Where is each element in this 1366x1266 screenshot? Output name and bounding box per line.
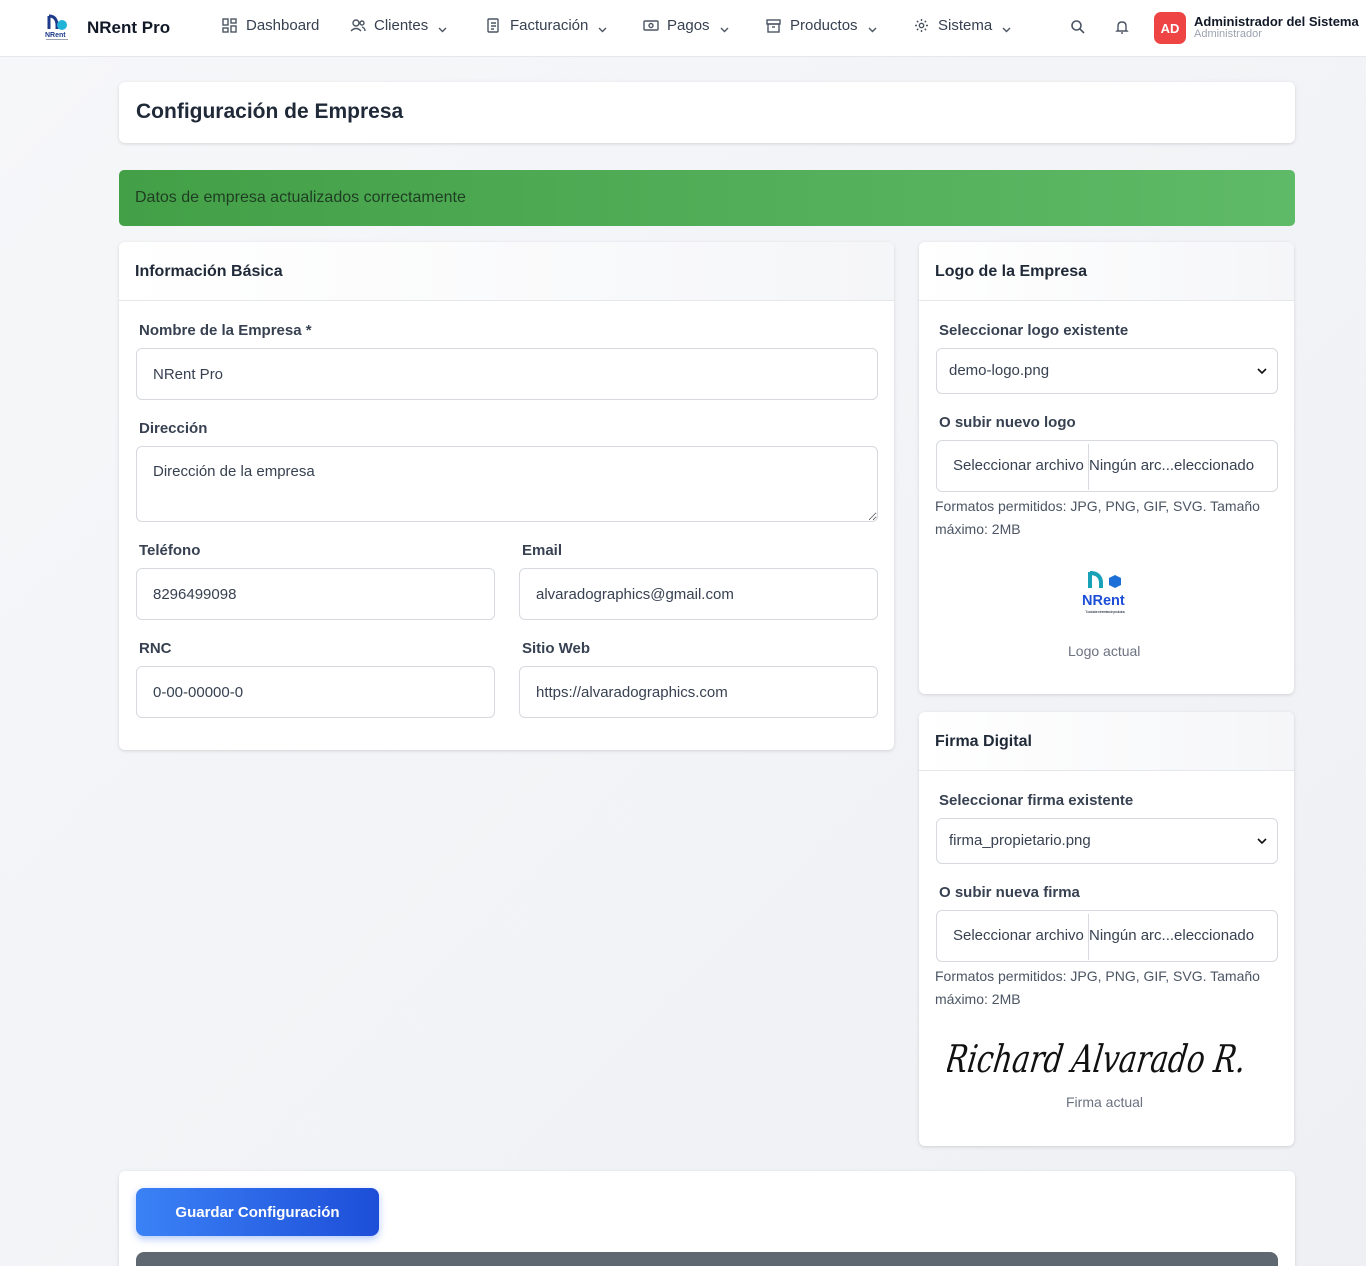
nav-clientes[interactable]: Clientes — [350, 17, 447, 34]
users-icon — [350, 18, 366, 33]
save-config-button[interactable]: Guardar Configuración — [136, 1188, 379, 1236]
card-header: Información Básica — [119, 242, 894, 301]
logo-card: Logo de la Empresa Seleccionar logo exis… — [919, 242, 1294, 694]
signature-caption: Firma actual — [1066, 1094, 1144, 1110]
chevron-down-icon — [438, 21, 447, 33]
user-role: Administrador — [1194, 28, 1262, 40]
address-label: Dirección — [139, 420, 208, 437]
page-title: Configuración de Empresa — [136, 100, 404, 123]
card-title: Información Básica — [135, 263, 283, 280]
search-icon[interactable] — [1070, 19, 1086, 35]
nav-facturacion[interactable]: Facturación — [486, 17, 607, 34]
box-icon — [766, 18, 781, 33]
website-label: Sitio Web — [522, 640, 591, 657]
nav-sistema-label: Sistema — [938, 17, 993, 34]
card-title: Firma Digital — [935, 733, 1032, 750]
payments-icon — [643, 18, 659, 33]
file-select-button[interactable]: Seleccionar archivo — [953, 457, 1084, 474]
email-label: Email — [522, 542, 563, 559]
company-name-input[interactable] — [136, 348, 878, 400]
card-header: Firma Digital — [919, 712, 1294, 771]
signature-select-label: Seleccionar firma existente — [939, 792, 1134, 809]
brand-logo-icon: NRent — [44, 12, 70, 42]
signature-selected-value: firma_propietario.png — [949, 832, 1091, 849]
signature-preview-text: Richard Alvarado R. — [947, 1038, 1249, 1082]
dashboard-icon — [222, 18, 237, 33]
brand[interactable]: NRent NRent Pro — [44, 12, 170, 42]
nav-clientes-label: Clientes — [374, 17, 429, 34]
chevron-down-icon — [1002, 21, 1011, 33]
nav-pagos[interactable]: Pagos — [643, 17, 729, 34]
page-header-card: Configuración de Empresa — [119, 82, 1295, 143]
logo-help-text: Formatos permitidos: JPG, PNG, GIF, SVG.… — [935, 498, 1260, 537]
signature-select[interactable]: firma_propietario.png — [936, 818, 1278, 864]
avatar[interactable]: AD — [1154, 12, 1186, 44]
card-title: Logo de la Empresa — [935, 263, 1088, 280]
nav-dashboard-label: Dashboard — [246, 17, 320, 34]
gear-icon — [914, 18, 929, 33]
card-header: Logo de la Empresa — [919, 242, 1294, 301]
logo-preview: NRent Tu solución de rentas de productos — [1081, 570, 1131, 622]
website-input[interactable] — [519, 666, 878, 718]
file-select-button[interactable]: Seleccionar archivo — [953, 927, 1084, 944]
logo-preview-text: NRent — [1082, 593, 1125, 609]
file-name: Ningún arc...eleccionado — [1089, 927, 1255, 944]
signature-card: Firma Digital Seleccionar firma existent… — [919, 712, 1294, 1146]
logo-upload-label: O subir nuevo logo — [939, 414, 1076, 431]
invoice-icon — [486, 18, 501, 33]
nav-dashboard[interactable]: Dashboard — [222, 17, 319, 34]
signature-help-text: Formatos permitidos: JPG, PNG, GIF, SVG.… — [935, 968, 1260, 1007]
brand-name: NRent Pro — [87, 18, 171, 37]
rnc-label: RNC — [139, 640, 172, 657]
basic-info-card: Información Básica Nombre de la Empresa … — [119, 242, 894, 750]
phone-input[interactable] — [136, 568, 495, 620]
user-name[interactable]: Administrador del Sistema — [1194, 14, 1359, 29]
success-alert: Datos de empresa actualizados correctame… — [119, 170, 1295, 226]
address-textarea[interactable]: Dirección de la empresa — [136, 446, 878, 522]
secondary-action-bar[interactable] — [136, 1252, 1278, 1266]
file-name: Ningún arc...eleccionado — [1089, 457, 1255, 474]
logo-selected-value: demo-logo.png — [949, 362, 1050, 379]
chevron-down-icon — [868, 21, 877, 33]
company-name-label: Nombre de la Empresa * — [139, 322, 312, 339]
top-navbar: NRent NRent Pro Dashboard Clientes Factu… — [0, 0, 1366, 57]
nav-facturacion-label: Facturación — [510, 17, 589, 34]
bell-icon[interactable] — [1115, 19, 1131, 35]
rnc-input[interactable] — [136, 666, 495, 718]
alert-message: Datos de empresa actualizados correctame… — [135, 189, 466, 206]
signature-file-input[interactable]: Seleccionar archivo Ningún arc...eleccio… — [936, 910, 1278, 962]
svg-text:NRent: NRent — [45, 32, 66, 39]
email-input[interactable] — [519, 568, 878, 620]
chevron-down-icon — [598, 21, 607, 33]
chevron-down-icon — [1256, 834, 1268, 846]
chevron-down-icon — [1256, 364, 1268, 376]
signature-upload-label: O subir nueva firma — [939, 884, 1080, 901]
logo-caption: Logo actual — [1068, 643, 1141, 659]
nav-sistema[interactable]: Sistema — [914, 17, 1011, 34]
nav-productos-label: Productos — [790, 17, 858, 34]
nav-productos[interactable]: Productos — [766, 17, 877, 34]
logo-preview-tagline: Tu solución de rentas de productos — [1085, 609, 1125, 614]
phone-label: Teléfono — [139, 542, 201, 559]
logo-select-label: Seleccionar logo existente — [939, 322, 1129, 339]
logo-select[interactable]: demo-logo.png — [936, 348, 1278, 394]
chevron-down-icon — [720, 21, 729, 33]
logo-file-input[interactable]: Seleccionar archivo Ningún arc...eleccio… — [936, 440, 1278, 492]
signature-preview: Richard Alvarado R. — [942, 1022, 1267, 1092]
nav-pagos-label: Pagos — [667, 17, 710, 34]
actions-card: Guardar Configuración — [119, 1171, 1295, 1266]
